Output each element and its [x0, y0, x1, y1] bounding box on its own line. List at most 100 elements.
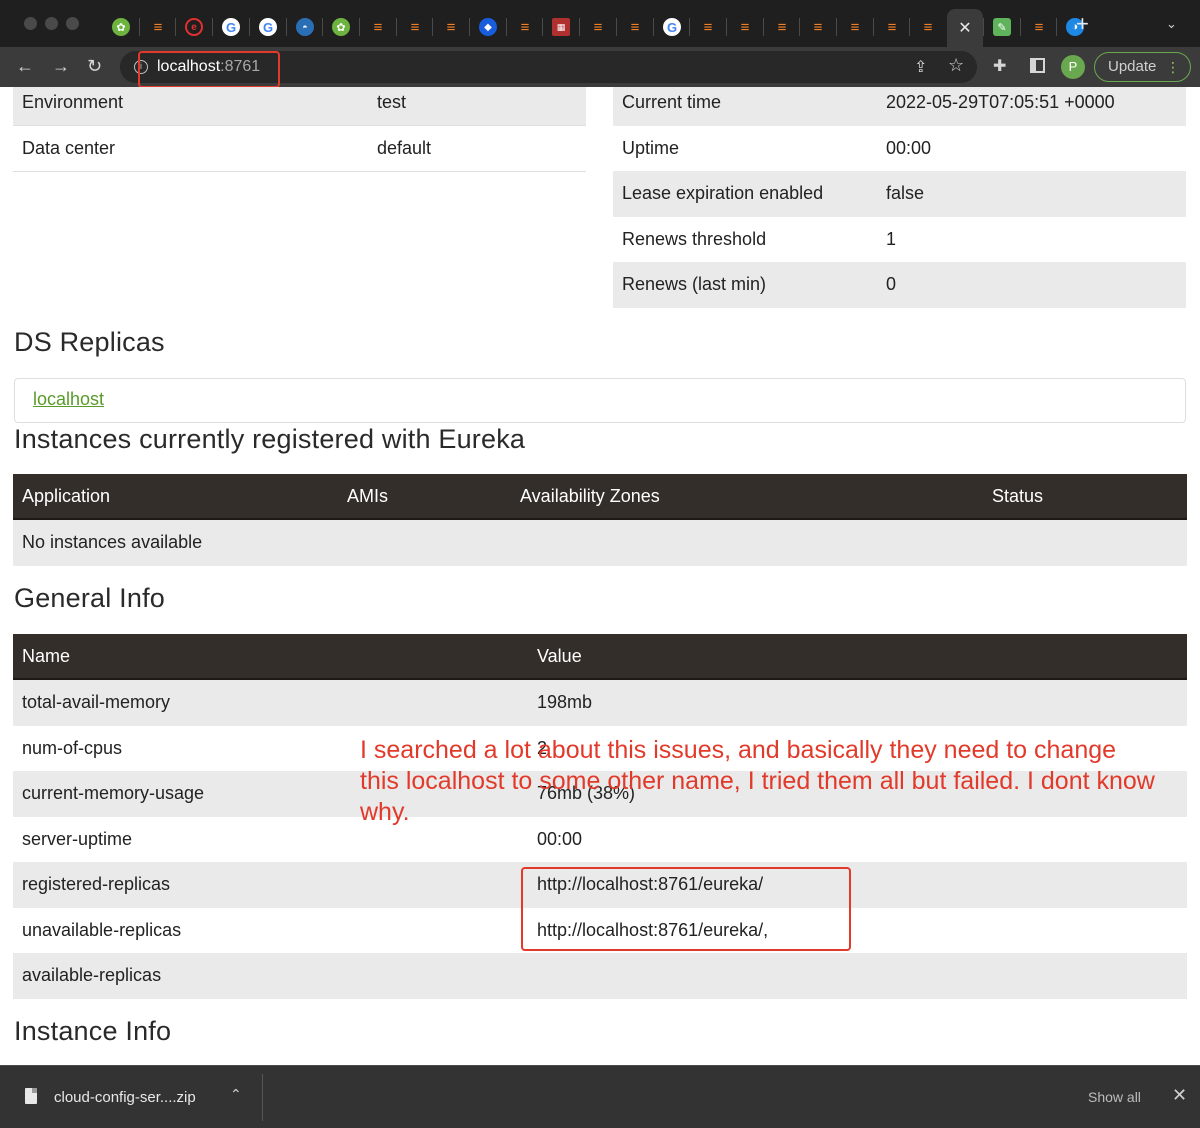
browser-tab[interactable]: ≡: [799, 9, 836, 45]
address-bar[interactable]: i localhost:8761 ⇪ ☆: [120, 51, 977, 83]
browser-tab[interactable]: ✎: [983, 9, 1020, 45]
browser-tab[interactable]: G: [212, 9, 249, 45]
spring-leaf-icon: ✿: [332, 18, 350, 36]
instances-heading: Instances currently registered with Eure…: [14, 424, 526, 454]
site-info-icon[interactable]: i: [134, 60, 148, 74]
column-header-value: Value: [537, 646, 582, 666]
browser-tab[interactable]: ✕: [947, 9, 983, 47]
status-row-uptime: Uptime 00:00: [613, 126, 1186, 172]
status-value: 1: [886, 229, 897, 249]
status-row-lease-expiration: Lease expiration enabled false: [613, 171, 1186, 217]
stackoverflow-icon: ≡: [410, 18, 420, 36]
browser-tab[interactable]: ≡: [873, 9, 910, 45]
google-icon: G: [222, 18, 240, 36]
stackoverflow-icon: ≡: [446, 18, 456, 36]
status-value: test: [377, 92, 407, 112]
browser-tab[interactable]: ◓: [286, 9, 323, 45]
ds-replicas-list: localhost: [14, 378, 1186, 423]
browser-tab[interactable]: ≡: [359, 9, 396, 45]
status-name: Lease expiration enabled: [622, 183, 824, 203]
empty-message: No instances available: [22, 532, 203, 552]
browser-tab[interactable]: ≡: [689, 9, 726, 45]
stackoverflow-icon: ≡: [887, 18, 897, 36]
status-value: false: [886, 183, 925, 203]
general-info-row: registered-replicas http://localhost:8761…: [13, 862, 1187, 908]
browser-tab[interactable]: G: [653, 9, 690, 45]
browser-tab[interactable]: ✿: [322, 9, 359, 45]
leaf-icon: ✎: [993, 18, 1011, 36]
browser-tab[interactable]: ≡: [909, 9, 946, 45]
ds-replicas-heading: DS Replicas: [14, 327, 165, 357]
tab-search-chevron-icon[interactable]: ⌄: [1166, 16, 1177, 32]
new-tab-button[interactable]: +: [1076, 13, 1089, 35]
file-icon: [25, 1088, 37, 1104]
general-info-row: unavailable-replicas http://localhost:876…: [13, 908, 1187, 954]
info-name: total-avail-memory: [22, 692, 171, 712]
chevron-up-icon[interactable]: ⌃: [230, 1086, 242, 1103]
annotation-note: I searched a lot about this issues, and …: [360, 736, 1155, 826]
close-download-bar-button[interactable]: ✕: [1172, 1085, 1187, 1106]
download-bar: cloud-config-ser....zip ⌃ Show all ✕: [0, 1065, 1200, 1128]
browser-tab[interactable]: ▦: [542, 9, 579, 45]
download-file-name[interactable]: cloud-config-ser....zip: [54, 1089, 196, 1106]
stackoverflow-icon: ≡: [813, 18, 823, 36]
browser-tab[interactable]: G: [249, 9, 286, 45]
general-info-heading: General Info: [14, 583, 165, 613]
red-e-icon: e: [185, 18, 203, 36]
docker-icon: ◓: [296, 18, 314, 36]
browser-tab-strip: ✿ ≡ e G G ◓ ✿ ≡ ≡ ≡ ◆ ≡ ▦ ≡ ≡ G ≡ ≡ ≡ ≡ ≡ ≡ ≡ ✕ ✎ ≡ ◑ + ⌄: [0, 0, 1200, 47]
browser-toolbar: ← → ↻ i localhost:8761 ⇪ ☆ ✚ P Update ⋮: [0, 47, 1200, 87]
window-close-dot[interactable]: [24, 17, 37, 30]
browser-tab[interactable]: ≡: [396, 9, 433, 45]
profile-avatar[interactable]: P: [1061, 55, 1085, 79]
stackoverflow-icon: ≡: [777, 18, 787, 36]
general-info-row: total-avail-memory 198mb: [13, 680, 1187, 726]
browser-tab[interactable]: e: [175, 9, 212, 45]
browser-tab[interactable]: ≡: [616, 9, 653, 45]
column-header-availability-zones: Availability Zones: [520, 486, 660, 506]
browser-tab[interactable]: ≡: [763, 9, 800, 45]
stackoverflow-icon: ≡: [153, 18, 163, 36]
info-value: http://localhost:8761/eureka/,: [537, 919, 769, 940]
grid-icon: ▦: [552, 18, 570, 36]
more-menu-icon[interactable]: ⋮: [1166, 53, 1180, 81]
update-button[interactable]: Update ⋮: [1094, 52, 1191, 82]
update-label: Update: [1108, 58, 1157, 75]
download-divider: [262, 1074, 263, 1121]
reload-button[interactable]: ↻: [87, 56, 102, 76]
browser-tab[interactable]: ≡: [836, 9, 873, 45]
browser-tab[interactable]: ≡: [139, 9, 176, 45]
status-name: Uptime: [622, 138, 680, 158]
status-row-data-center: Data center default: [13, 126, 586, 172]
info-name: registered-replicas: [22, 874, 171, 894]
url-text[interactable]: localhost:8761: [157, 58, 260, 76]
column-header-status: Status: [992, 486, 1044, 506]
side-panel-icon[interactable]: [1030, 58, 1045, 73]
replica-link[interactable]: localhost: [33, 389, 104, 410]
close-icon[interactable]: ✕: [958, 18, 971, 38]
status-name: Current time: [622, 92, 722, 112]
browser-tab[interactable]: ≡: [726, 9, 763, 45]
browser-tab[interactable]: ◆: [469, 9, 506, 45]
browser-tab[interactable]: ≡: [1020, 9, 1057, 45]
bookmark-star-icon[interactable]: ☆: [948, 55, 964, 76]
extensions-puzzle-icon[interactable]: ✚: [993, 56, 1006, 76]
eureka-dashboard: Environment test Data center default Cur…: [0, 87, 1200, 1065]
show-all-button[interactable]: Show all: [1088, 1089, 1141, 1105]
general-info-row: available-replicas: [13, 953, 1187, 999]
share-icon[interactable]: ⇪: [914, 57, 927, 77]
window-zoom-dot[interactable]: [66, 17, 79, 30]
info-value: 198mb: [537, 692, 593, 712]
browser-tab[interactable]: ≡: [579, 9, 616, 45]
browser-tab[interactable]: ≡: [506, 9, 543, 45]
browser-tab[interactable]: ✿: [103, 9, 139, 45]
info-name: num-of-cpus: [22, 737, 123, 758]
forward-button[interactable]: →: [52, 56, 70, 76]
bitwarden-icon: ◆: [479, 18, 497, 36]
status-value: 00:00: [886, 138, 932, 158]
url-host: localhost: [157, 58, 221, 75]
window-minimize-dot[interactable]: [45, 17, 58, 30]
browser-tab[interactable]: ≡: [432, 9, 469, 45]
back-button[interactable]: ←: [16, 56, 34, 76]
status-value: 2022-05-29T07:05:51 +0000: [886, 92, 1115, 112]
